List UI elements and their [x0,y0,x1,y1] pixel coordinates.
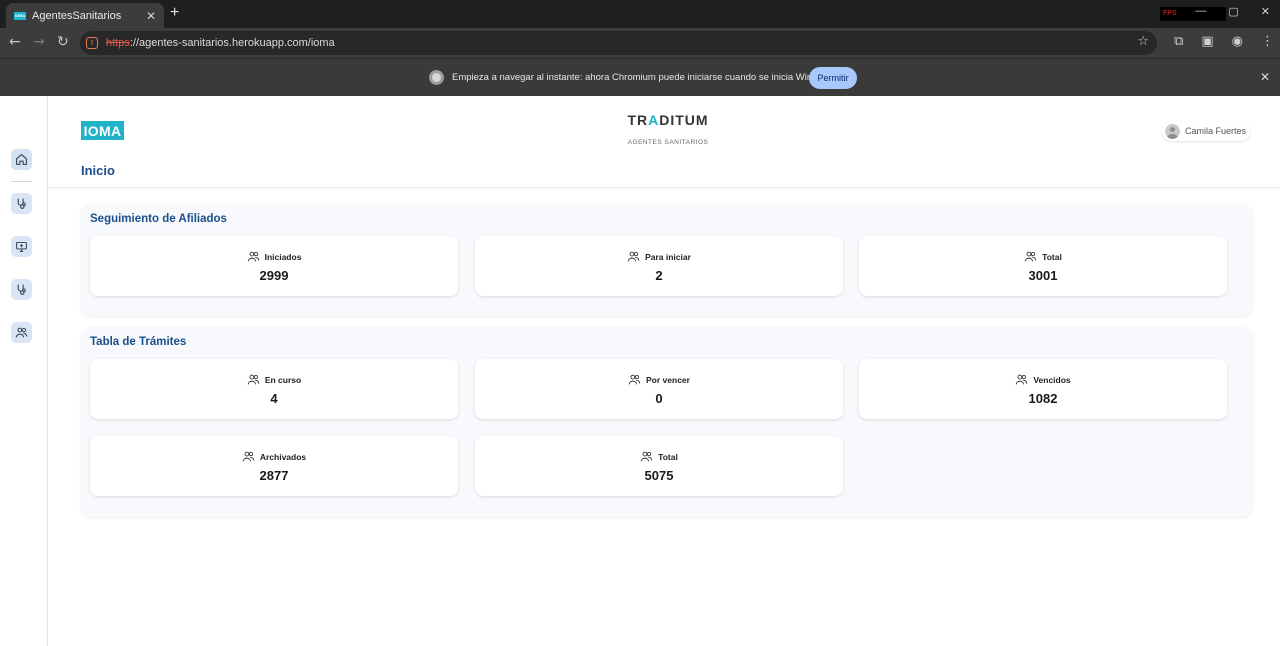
stat-card-archivados: Archivados 2877 [90,436,458,496]
avatar [1165,123,1180,139]
sidebar-item-users[interactable] [11,322,32,343]
card-value: 4 [270,391,278,406]
ioma-logo[interactable]: IOMA [81,121,124,140]
app-header: IOMA TRADITUM AGENTES SANITARIOS Camila … [48,96,1280,188]
card-label: Total [1042,251,1062,262]
url-path: ://agentes-sanitarios.herokuapp.com/ioma [129,37,335,49]
close-window-button[interactable]: ✕ [1261,5,1270,18]
users-icon [15,327,28,338]
tab-favicon: IOMA [14,11,26,20]
menu-icon[interactable]: ⋮ [1261,34,1274,49]
profile-icon[interactable]: ◉ [1232,34,1243,49]
sidebar-item-home[interactable] [11,149,32,170]
card-value: 2877 [259,468,289,483]
users-icon [1016,374,1028,385]
stat-card-iniciados: Iniciados 2999 [90,236,458,296]
users-icon [247,251,259,262]
brand-subtitle: AGENTES SANITARIOS [627,139,709,146]
stat-card-vencidos: Vencidos 1082 [859,359,1227,419]
url-text[interactable]: https://agentes-sanitarios.herokuapp.com… [106,37,335,49]
card-value: 0 [655,391,663,406]
stat-card-en-curso: En curso 4 [90,359,458,419]
users-icon [1024,251,1037,262]
stethoscope-icon [17,284,26,295]
sidebar-item-stethoscope[interactable] [11,193,32,214]
browser-tabstrip: IOMA AgentesSanitarios ✕ + FPS — ▢ ✕ [0,0,1280,28]
brand-post: DITUM [659,112,709,128]
stat-card-total: Total 3001 [859,236,1227,296]
user-menu[interactable]: Camila Fuertes [1162,121,1250,141]
card-label: Total [658,451,678,462]
site-info-icon[interactable]: ! [86,37,98,49]
sidebar-divider [11,181,32,182]
card-value: 5075 [644,468,674,483]
card-value: 2 [655,268,663,283]
section-title: Tabla de Trámites [90,336,187,348]
card-label: Por vencer [646,374,690,385]
address-bar[interactable]: ! https://agentes-sanitarios.herokuapp.c… [80,31,1157,55]
stat-card-por-vencer: Por vencer 0 [475,359,843,419]
brand-pre: TR [627,112,649,128]
page-title: Inicio [81,163,115,178]
allow-button[interactable]: Permitir [809,67,857,89]
minimize-button[interactable]: — [1195,5,1206,18]
maximize-button[interactable]: ▢ [1228,5,1238,18]
chromium-icon [429,70,444,85]
users-icon [628,374,641,385]
monitor-plus-icon [16,241,27,252]
stethoscope-icon [17,198,26,209]
startup-infobar: Empieza a navegar al instante: ahora Chr… [0,58,1280,96]
users-icon [627,251,640,262]
section-title: Seguimiento de Afiliados [90,213,227,225]
card-label: Archivados [259,451,307,462]
seguimiento-section: Seguimiento de Afiliados Iniciados 2999 … [81,204,1253,316]
users-icon [242,451,255,462]
user-name: Camila Fuertes [1185,126,1247,136]
users-icon [640,451,653,462]
card-label: Para iniciar [645,251,691,262]
tramites-section: Tabla de Trámites En curso 4 Por vencer … [81,327,1253,517]
traditum-logo: TRADITUM [620,112,716,128]
browser-toolbar: ← → ↻ ! https://agentes-sanitarios.herok… [0,28,1280,58]
card-label: Vencidos [1033,374,1071,385]
users-icon [247,374,260,385]
infobar-close-icon[interactable]: ✕ [1260,70,1270,84]
tab-title: AgentesSanitarios [32,9,122,22]
extensions-icon[interactable]: ⧉ [1174,34,1183,49]
side-panel-icon[interactable]: ▣ [1201,34,1213,49]
sidebar-item-stethoscope-2[interactable] [11,279,32,300]
window-controls: — ▢ ✕ [1195,5,1270,18]
tab-close-icon[interactable]: ✕ [146,9,156,23]
brand-accent: A [648,112,660,128]
url-scheme: https [106,37,130,49]
stat-card-para-iniciar: Para iniciar 2 [475,236,843,296]
card-label: En curso [264,374,302,385]
stat-card-total-tramites: Total 5075 [475,436,843,496]
card-label: Iniciados [264,251,302,262]
infobar-message: Empieza a navegar al instante: ahora Chr… [452,72,837,83]
toolbar-icons: ⧉ ▣ ◉ ⋮ [1174,34,1274,49]
home-icon [16,154,27,165]
app-root: IOMA TRADITUM AGENTES SANITARIOS Camila … [0,96,1280,646]
new-tab-button[interactable]: + [170,4,179,22]
card-value: 3001 [1028,268,1058,283]
sidebar [0,96,48,646]
reload-icon[interactable]: ↻ [57,34,69,50]
card-value: 2999 [259,268,289,283]
bookmark-star-icon[interactable]: ☆ [1137,34,1149,49]
card-value: 1082 [1028,391,1058,406]
sidebar-item-monitor[interactable] [11,236,32,257]
back-icon[interactable]: ← [9,34,21,50]
forward-icon[interactable]: → [33,34,45,50]
browser-tab[interactable]: IOMA AgentesSanitarios ✕ [6,3,164,28]
